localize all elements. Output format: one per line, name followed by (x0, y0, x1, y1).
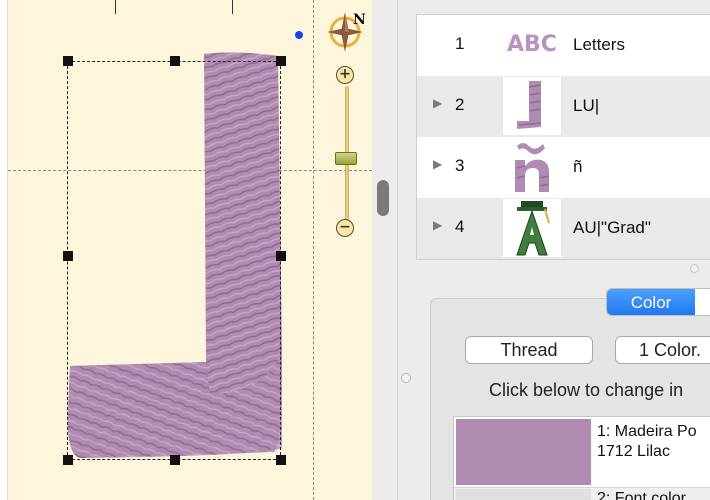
object-label: ñ (573, 157, 583, 176)
resize-handle-bottom-right[interactable] (276, 455, 286, 465)
object-label: AU|"Grad" (573, 218, 651, 237)
object-list: 1 ABC Letters ▶ 2 LU| ▶ 3 ñ ▶ 4 AU|"Grad… (416, 14, 710, 260)
object-number: 2 (455, 95, 465, 114)
tab-color[interactable]: Color (607, 289, 695, 315)
panel-tab-control: Color (606, 288, 710, 316)
object-row-1[interactable]: 1 ABC Letters (417, 15, 710, 76)
resize-handle-bottom[interactable] (170, 455, 180, 465)
canvas-scrollbar-thumb[interactable] (377, 180, 389, 216)
split-handle[interactable] (401, 373, 411, 383)
resize-handle-bottom-left[interactable] (63, 455, 73, 465)
compass-icon[interactable]: N (325, 8, 367, 52)
resize-handle-top-left[interactable] (63, 56, 73, 66)
color-name-line1: 1: Madeira Po (597, 423, 697, 440)
object-number: 4 (455, 217, 465, 236)
object-label: LU| (573, 96, 600, 115)
color-count-button[interactable]: 1 Color. (615, 336, 710, 364)
ruler-tick (232, 0, 233, 14)
pane-divider[interactable] (397, 0, 398, 500)
zoom-slider-thumb[interactable] (335, 152, 357, 165)
object-number: 3 (455, 156, 465, 175)
resize-handle-right[interactable] (276, 251, 286, 261)
letter-n-tilde-thumbnail (503, 138, 561, 196)
resize-handle-top-right[interactable] (276, 56, 286, 66)
design-canvas[interactable]: N + − (0, 0, 372, 500)
thread-button[interactable]: Thread (465, 336, 593, 364)
object-row-3[interactable]: ▶ 3 ñ (417, 137, 710, 198)
color-hint-text: Click below to change in (489, 380, 684, 400)
list-resize-handle[interactable] (690, 264, 699, 273)
disclosure-triangle-icon[interactable]: ▶ (433, 218, 442, 232)
disclosure-triangle-icon[interactable]: ▶ (433, 157, 442, 171)
color-item-1[interactable]: 1: Madeira Po 1712 Lilac (597, 422, 697, 462)
object-thumbnail-text: ABC (507, 32, 557, 57)
vertical-guide (313, 0, 314, 500)
color-swatch-font[interactable] (456, 489, 591, 500)
disclosure-triangle-icon[interactable]: ▶ (433, 96, 442, 110)
letter-a-grad-thumbnail (503, 199, 561, 257)
letter-l-thumbnail (503, 77, 561, 135)
color-name-line2: 1712 Lilac (597, 443, 670, 460)
color-list: 1: Madeira Po 1712 Lilac 2: Font color (453, 416, 710, 500)
embroidery-editor: N + − 1 ABC Letters ▶ 2 LU| ▶ 3 ñ ▶ 4 AU… (0, 0, 710, 500)
zoom-in-button[interactable]: + (336, 66, 354, 84)
rotation-handle[interactable] (295, 31, 303, 39)
object-row-2[interactable]: ▶ 2 LU| (417, 76, 710, 137)
letters-abc-icon: ABC (503, 16, 561, 74)
zoom-out-button[interactable]: − (336, 219, 354, 237)
resize-handle-top[interactable] (170, 56, 180, 66)
canvas-edge (0, 0, 8, 500)
selection-box (67, 61, 281, 460)
ruler-tick (115, 0, 116, 14)
color-swatch-lilac[interactable] (456, 419, 591, 485)
object-label: Letters (573, 35, 625, 54)
color-name-line1: 2: Font color (597, 490, 686, 500)
resize-handle-left[interactable] (63, 251, 73, 261)
color-item-2[interactable]: 2: Font color (454, 487, 710, 500)
compass-north-label: N (353, 12, 366, 28)
object-number: 1 (455, 34, 465, 53)
object-row-4[interactable]: ▶ 4 AU|"Grad" (417, 198, 710, 259)
